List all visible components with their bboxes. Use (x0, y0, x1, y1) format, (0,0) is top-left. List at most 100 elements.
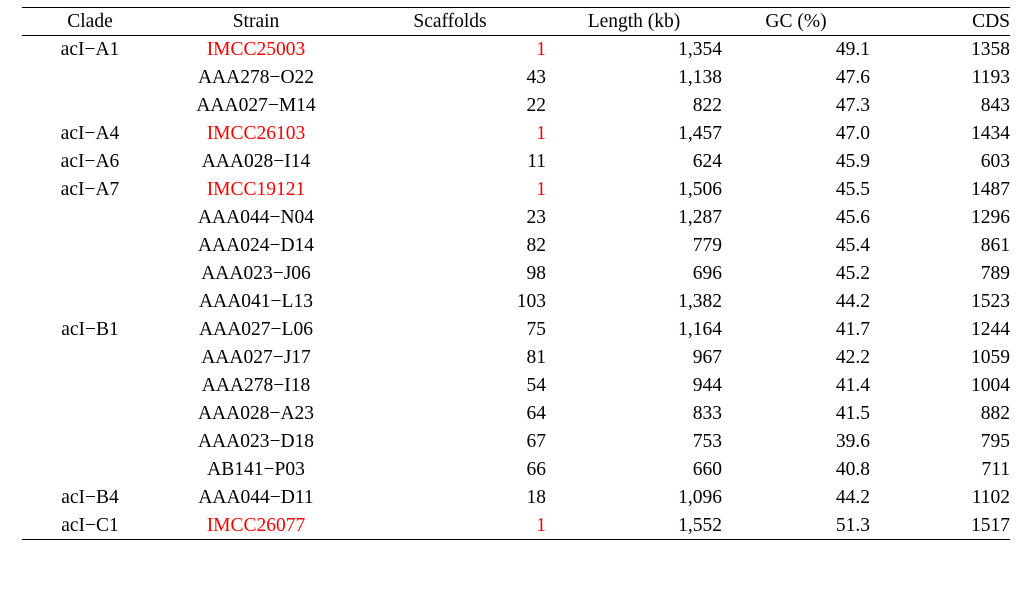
table-row: AAA027−M14 22 822 47.3 843 (22, 92, 1010, 120)
cell-clade (22, 232, 158, 260)
cell-cds: 1296 (971, 206, 1010, 228)
cell-length: 753 (692, 430, 722, 452)
cell-strain: AAA024−D14 (197, 234, 315, 256)
cell-gc: 45.4 (835, 234, 870, 256)
cell-clade (22, 400, 158, 428)
cell-strain: AAA023−J06 (201, 262, 311, 284)
cell-gc: 51.3 (722, 511, 870, 540)
cell-strain: IMCC26103 (206, 122, 306, 144)
cell-strain: AAA044−N04 (197, 206, 315, 228)
genome-summary-table: Clade Strain Scaffolds Length (kb) GC (%… (22, 7, 1010, 540)
cell-scaffolds: 98 (526, 262, 547, 284)
cell-clade: acI−A7 (60, 178, 120, 200)
column-header-strain: Strain (158, 7, 354, 36)
cell-cds: 1523 (971, 290, 1010, 312)
cell-cds: 882 (980, 402, 1010, 424)
cell-strain: AAA027−M14 (196, 94, 316, 116)
cell-clade (22, 344, 158, 372)
cell-strain: IMCC19121 (206, 178, 306, 200)
cell-length: 779 (692, 234, 722, 256)
cell-length: 1,287 (678, 206, 722, 228)
table-row: acI−A4 IMCC26103 1 1,457 47.0 1434 (22, 120, 1010, 148)
cell-length: 833 (692, 402, 722, 424)
cell-scaffolds: 75 (526, 318, 547, 340)
cell-scaffolds: 64 (526, 402, 547, 424)
cell-cds: 1059 (971, 346, 1010, 368)
cell-scaffolds: 1 (536, 178, 546, 200)
cell-cds: 1193 (971, 66, 1010, 88)
cell-clade (22, 372, 158, 400)
cell-length: 1,506 (678, 178, 722, 200)
cell-clade: acI−A4 (60, 122, 120, 144)
cell-clade (22, 260, 158, 288)
table-row: acI−A6 AAA028−I14 11 624 45.9 603 (22, 148, 1010, 176)
cell-clade (22, 64, 158, 92)
cell-cds: 1102 (971, 486, 1010, 508)
cell-length: 624 (692, 150, 722, 172)
cell-scaffolds: 43 (526, 66, 547, 88)
table-header-row: Clade Strain Scaffolds Length (kb) GC (%… (22, 7, 1010, 36)
cell-gc: 41.5 (835, 402, 870, 424)
table-row: AAA027−J17 81 967 42.2 1059 (22, 344, 1010, 372)
table-container: Clade Strain Scaffolds Length (kb) GC (%… (0, 0, 1036, 592)
cell-scaffolds: 1 (536, 122, 546, 144)
cell-scaffolds: 1 (354, 511, 546, 540)
table-row: AAA028−A23 64 833 41.5 882 (22, 400, 1010, 428)
cell-clade: acI−C1 (22, 511, 158, 540)
cell-cds: 1004 (971, 374, 1010, 396)
cell-gc: 39.6 (835, 430, 870, 452)
cell-gc: 47.0 (835, 122, 870, 144)
cell-scaffolds: 67 (526, 430, 547, 452)
cell-scaffolds: 23 (526, 206, 547, 228)
cell-length: 1,552 (546, 511, 722, 540)
cell-scaffolds: 18 (526, 486, 547, 508)
table-row: AAA278−O22 43 1,138 47.6 1193 (22, 64, 1010, 92)
cell-gc: 45.9 (835, 150, 870, 172)
cell-clade: acI−B4 (61, 486, 119, 508)
cell-length: 1,164 (678, 318, 722, 340)
cell-clade (22, 288, 158, 316)
cell-cds: 1487 (971, 178, 1010, 200)
cell-gc: 41.7 (835, 318, 870, 340)
cell-cds: 843 (980, 94, 1010, 116)
cell-clade: acI−A6 (60, 150, 120, 172)
cell-scaffolds: 1 (536, 39, 546, 60)
table-row: acI−A1 IMCC25003 1 1,354 49.1 1358 (22, 36, 1010, 64)
table-row: AAA024−D14 82 779 45.4 861 (22, 232, 1010, 260)
cell-strain: IMCC25003 (206, 39, 306, 60)
cell-length: 696 (692, 262, 722, 284)
cell-cds: 795 (980, 430, 1010, 452)
cell-gc: 45.2 (835, 262, 870, 284)
cell-gc: 40.8 (835, 458, 870, 480)
cell-cds: 711 (981, 458, 1010, 480)
cell-strain: AAA027−J17 (201, 346, 311, 368)
cell-cds: 861 (980, 234, 1010, 256)
cell-scaffolds: 22 (526, 94, 547, 116)
column-header-gc: GC (%) (722, 7, 870, 36)
column-header-clade: Clade (22, 7, 158, 36)
table-row: acI−B4 AAA044−D11 18 1,096 44.2 1102 (22, 484, 1010, 512)
table-row: AAA023−D18 67 753 39.6 795 (22, 428, 1010, 456)
cell-cds: 603 (980, 150, 1010, 172)
column-header-cds: CDS (870, 7, 1010, 36)
table-row: AAA041−L13 103 1,382 44.2 1523 (22, 288, 1010, 316)
table-row: acI−B1 AAA027−L06 75 1,164 41.7 1244 (22, 316, 1010, 344)
cell-strain: IMCC26077 (158, 511, 354, 540)
cell-scaffolds: 54 (526, 374, 547, 396)
cell-length: 1,096 (678, 486, 722, 508)
cell-length: 1,354 (678, 39, 722, 60)
cell-gc: 45.5 (835, 178, 870, 200)
table-header: Clade Strain Scaffolds Length (kb) GC (%… (22, 7, 1010, 36)
cell-scaffolds: 82 (526, 234, 547, 256)
cell-clade: acI−A1 (60, 39, 120, 60)
table-row: acI−A7 IMCC19121 1 1,506 45.5 1487 (22, 176, 1010, 204)
cell-scaffolds: 11 (527, 150, 546, 172)
cell-gc: 44.2 (835, 290, 870, 312)
cell-clade (22, 456, 158, 484)
table-row: AB141−P03 66 660 40.8 711 (22, 456, 1010, 484)
cell-gc: 44.2 (835, 486, 870, 508)
cell-length: 1,457 (678, 122, 722, 144)
cell-strain: AAA023−D18 (197, 430, 315, 452)
column-header-length: Length (kb) (546, 7, 722, 36)
table-row: acI−C1 IMCC26077 1 1,552 51.3 1517 (22, 511, 1010, 540)
